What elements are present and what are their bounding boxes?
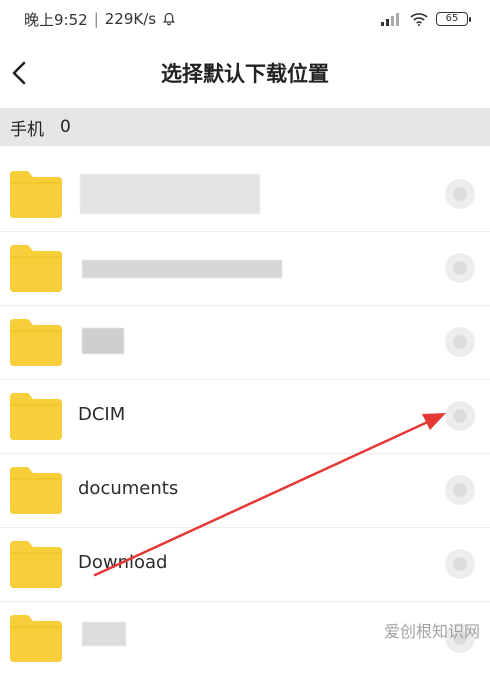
- status-time: 晚上9:52: [24, 10, 88, 29]
- wifi-icon: [410, 13, 428, 26]
- status-left: 晚上9:52 | 229K/s: [24, 9, 176, 30]
- radio-button[interactable]: [445, 401, 475, 431]
- redacted-folder-name: [80, 174, 260, 214]
- bell-icon: [163, 12, 176, 26]
- radio-button[interactable]: [445, 475, 475, 505]
- folder-icon: [10, 245, 62, 292]
- folder-icon: [10, 467, 62, 514]
- watermark: 爱创根知识网: [383, 622, 480, 641]
- folder-row[interactable]: Download: [0, 528, 490, 602]
- folder-name: DCIM: [78, 404, 126, 425]
- path-breadcrumb: 手机 0: [0, 108, 490, 146]
- folder-icon: [10, 319, 62, 366]
- signal-icon: [381, 13, 399, 26]
- radio-button[interactable]: [445, 549, 475, 579]
- folder-row[interactable]: [0, 306, 490, 380]
- redacted-folder-name: [82, 622, 126, 646]
- radio-button[interactable]: [445, 327, 475, 357]
- battery-indicator: 65: [436, 12, 471, 26]
- breadcrumb-root[interactable]: 手机: [10, 115, 44, 140]
- breadcrumb-depth: 0: [60, 117, 71, 137]
- folder-icon: [10, 393, 62, 440]
- redacted-folder-name: [82, 328, 124, 354]
- radio-button[interactable]: [445, 253, 475, 283]
- folder-name: documents: [78, 478, 179, 499]
- page-title: 选择默认下载位置: [161, 62, 329, 86]
- folder-row[interactable]: DCIM: [0, 380, 490, 454]
- folder-row[interactable]: [0, 158, 490, 232]
- folder-name: Download: [78, 552, 168, 573]
- header: 选择默认下载位置: [0, 40, 490, 106]
- network-speed: 229K/s: [104, 10, 157, 28]
- status-bar: 晚上9:52 | 229K/s 65: [0, 0, 490, 38]
- status-separator: |: [93, 10, 99, 28]
- folder-row[interactable]: [0, 232, 490, 306]
- folder-row[interactable]: documents: [0, 454, 490, 528]
- folder-icon: [10, 615, 62, 662]
- status-right: 65: [380, 12, 471, 26]
- folder-icon: [10, 171, 62, 218]
- radio-button[interactable]: [445, 179, 475, 209]
- redacted-folder-name: [82, 260, 282, 278]
- folder-list: DCIM documents Download: [0, 158, 490, 675]
- folder-icon: [10, 541, 62, 588]
